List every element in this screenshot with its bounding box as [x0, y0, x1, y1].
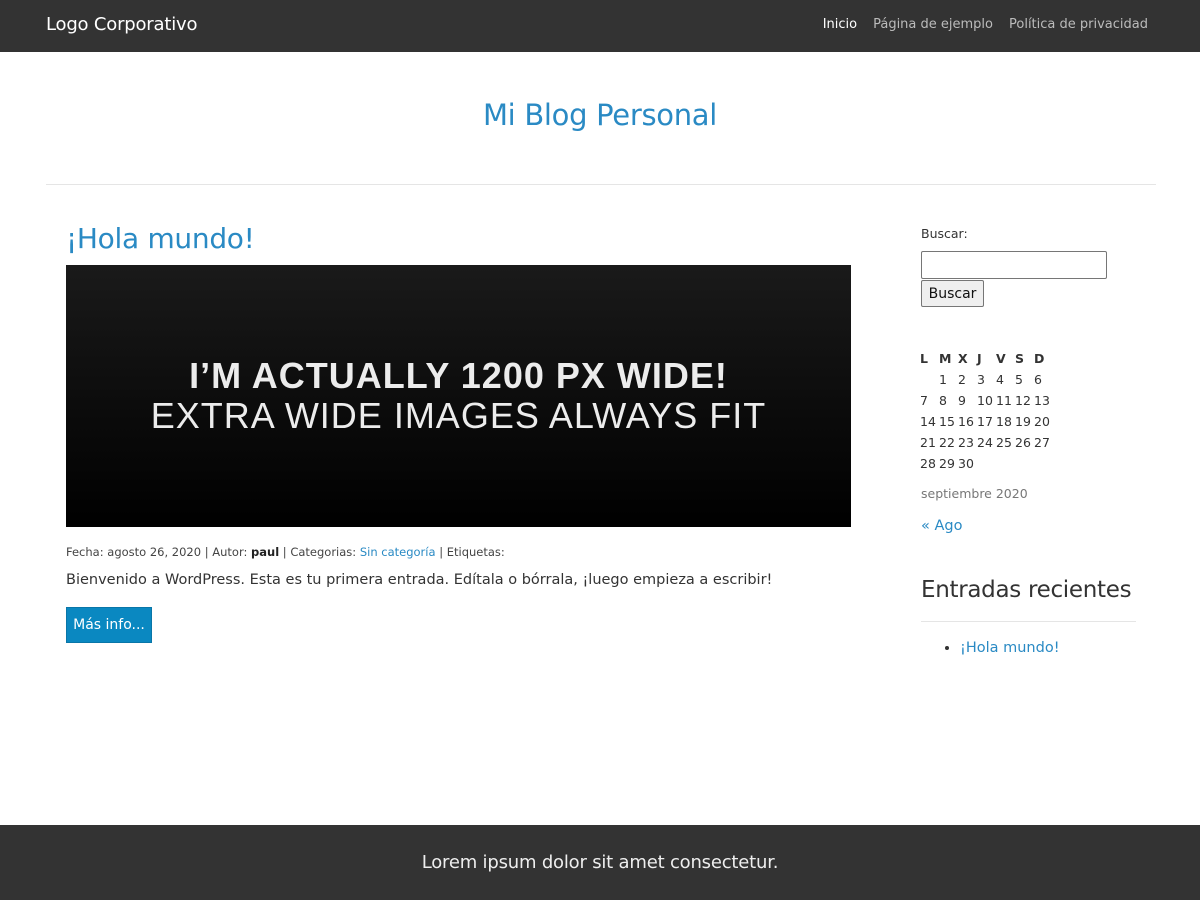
footer: Lorem ipsum dolor sit amet consectetur. — [0, 825, 1200, 900]
calendar-day-header: M — [939, 351, 952, 366]
calendar-day: 27 — [1034, 435, 1050, 450]
featured-image[interactable]: I’M ACTUALLY 1200 PX WIDE! EXTRA WIDE IM… — [66, 265, 851, 527]
calendar-day-header: D — [1034, 351, 1045, 366]
header-divider — [46, 184, 1156, 185]
post-title[interactable]: ¡Hola mundo! — [66, 222, 255, 255]
calendar-day: 2 — [958, 372, 966, 387]
calendar-day: 17 — [977, 414, 993, 429]
post-author: paul — [251, 545, 280, 559]
calendar-day: 14 — [920, 414, 936, 429]
category-link[interactable]: Sin categoría — [360, 545, 436, 559]
calendar-day: 4 — [996, 372, 1004, 387]
calendar-day-header: V — [996, 351, 1006, 366]
featured-image-line1: I’M ACTUALLY 1200 PX WIDE! — [189, 355, 728, 396]
calendar-day: 29 — [939, 456, 955, 471]
calendar-day: 3 — [977, 372, 985, 387]
nav-item-politica-de-privacidad[interactable]: Política de privacidad — [1009, 17, 1148, 32]
calendar-day: 18 — [996, 414, 1012, 429]
post-date: agosto 26, 2020 — [107, 545, 202, 559]
calendar-day: 22 — [939, 435, 955, 450]
meta-separator: | — [282, 545, 287, 559]
read-more-button[interactable]: Más info... — [66, 607, 152, 643]
calendar-day: 19 — [1015, 414, 1031, 429]
meta-separator: | — [204, 545, 209, 559]
post-meta: Fecha: agosto 26, 2020 | Autor: paul | C… — [66, 545, 505, 559]
calendar-day — [1034, 453, 1053, 474]
calendar-day: 6 — [1034, 372, 1042, 387]
recent-posts-divider — [921, 621, 1136, 622]
meta-separator: | — [439, 545, 444, 559]
recent-posts-list: ¡Hola mundo! — [960, 640, 1060, 656]
calendar-week: 7 8 9 10 11 12 13 — [920, 390, 1053, 411]
calendar-day: 30 — [958, 456, 974, 471]
featured-image-line2: EXTRA WIDE IMAGES ALWAYS FIT — [150, 395, 767, 436]
calendar-day — [996, 453, 1015, 474]
calendar-day: 8 — [939, 393, 947, 408]
calendar-caption: septiembre 2020 — [921, 486, 1028, 501]
calendar-day: 7 — [920, 393, 928, 408]
calendar-day: 28 — [920, 456, 936, 471]
tags-label: Etiquetas: — [446, 545, 505, 559]
calendar: L M X J V S D 1 2 3 4 5 6 7 8 9 10 11 12… — [920, 348, 1053, 474]
brand-logo[interactable]: Logo Corporativo — [46, 14, 197, 35]
recent-post-item: ¡Hola mundo! — [960, 640, 1060, 656]
author-label: Autor: — [212, 545, 248, 559]
nav-item-inicio[interactable]: Inicio — [823, 17, 857, 32]
calendar-day: 10 — [977, 393, 993, 408]
calendar-day: 26 — [1015, 435, 1031, 450]
calendar-day: 25 — [996, 435, 1012, 450]
recent-post-link[interactable]: ¡Hola mundo! — [960, 640, 1060, 656]
search-button[interactable]: Buscar — [921, 280, 984, 307]
calendar-day-header: J — [977, 351, 982, 366]
search-input[interactable] — [921, 251, 1107, 279]
calendar-header-row: L M X J V S D — [920, 348, 1053, 369]
calendar-day: 16 — [958, 414, 974, 429]
recent-posts-title: Entradas recientes — [921, 577, 1132, 603]
calendar-prev-month-link[interactable]: « Ago — [921, 518, 962, 534]
calendar-day: 15 — [939, 414, 955, 429]
calendar-day: 12 — [1015, 393, 1031, 408]
calendar-week: 1 2 3 4 5 6 — [920, 369, 1053, 390]
calendar-day-header: L — [920, 351, 928, 366]
calendar-day: 1 — [939, 372, 947, 387]
calendar-week: 28 29 30 — [920, 453, 1053, 474]
date-label: Fecha: — [66, 545, 104, 559]
calendar-week: 14 15 16 17 18 19 20 — [920, 411, 1053, 432]
calendar-week: 21 22 23 24 25 26 27 — [920, 432, 1053, 453]
calendar-day — [977, 453, 996, 474]
calendar-day-header: X — [958, 351, 968, 366]
calendar-day: 23 — [958, 435, 974, 450]
site-title[interactable]: Mi Blog Personal — [0, 98, 1200, 132]
calendar-day: 13 — [1034, 393, 1050, 408]
calendar-day: 20 — [1034, 414, 1050, 429]
calendar-day: 24 — [977, 435, 993, 450]
categories-label: Categorias: — [290, 545, 357, 559]
calendar-day: 9 — [958, 393, 966, 408]
top-navbar: Logo Corporativo Inicio Página de ejempl… — [0, 0, 1200, 52]
footer-text: Lorem ipsum dolor sit amet consectetur. — [421, 852, 779, 873]
calendar-day: 5 — [1015, 372, 1023, 387]
calendar-day — [1015, 453, 1034, 474]
nav-item-pagina-de-ejemplo[interactable]: Página de ejemplo — [873, 17, 993, 32]
calendar-day — [920, 369, 939, 390]
calendar-day: 21 — [920, 435, 936, 450]
search-label: Buscar: — [921, 226, 968, 241]
post-excerpt: Bienvenido a WordPress. Esta es tu prime… — [66, 572, 773, 588]
calendar-day-header: S — [1015, 351, 1025, 366]
main-nav: Inicio Página de ejemplo Política de pri… — [823, 17, 1148, 32]
calendar-day: 11 — [996, 393, 1012, 408]
